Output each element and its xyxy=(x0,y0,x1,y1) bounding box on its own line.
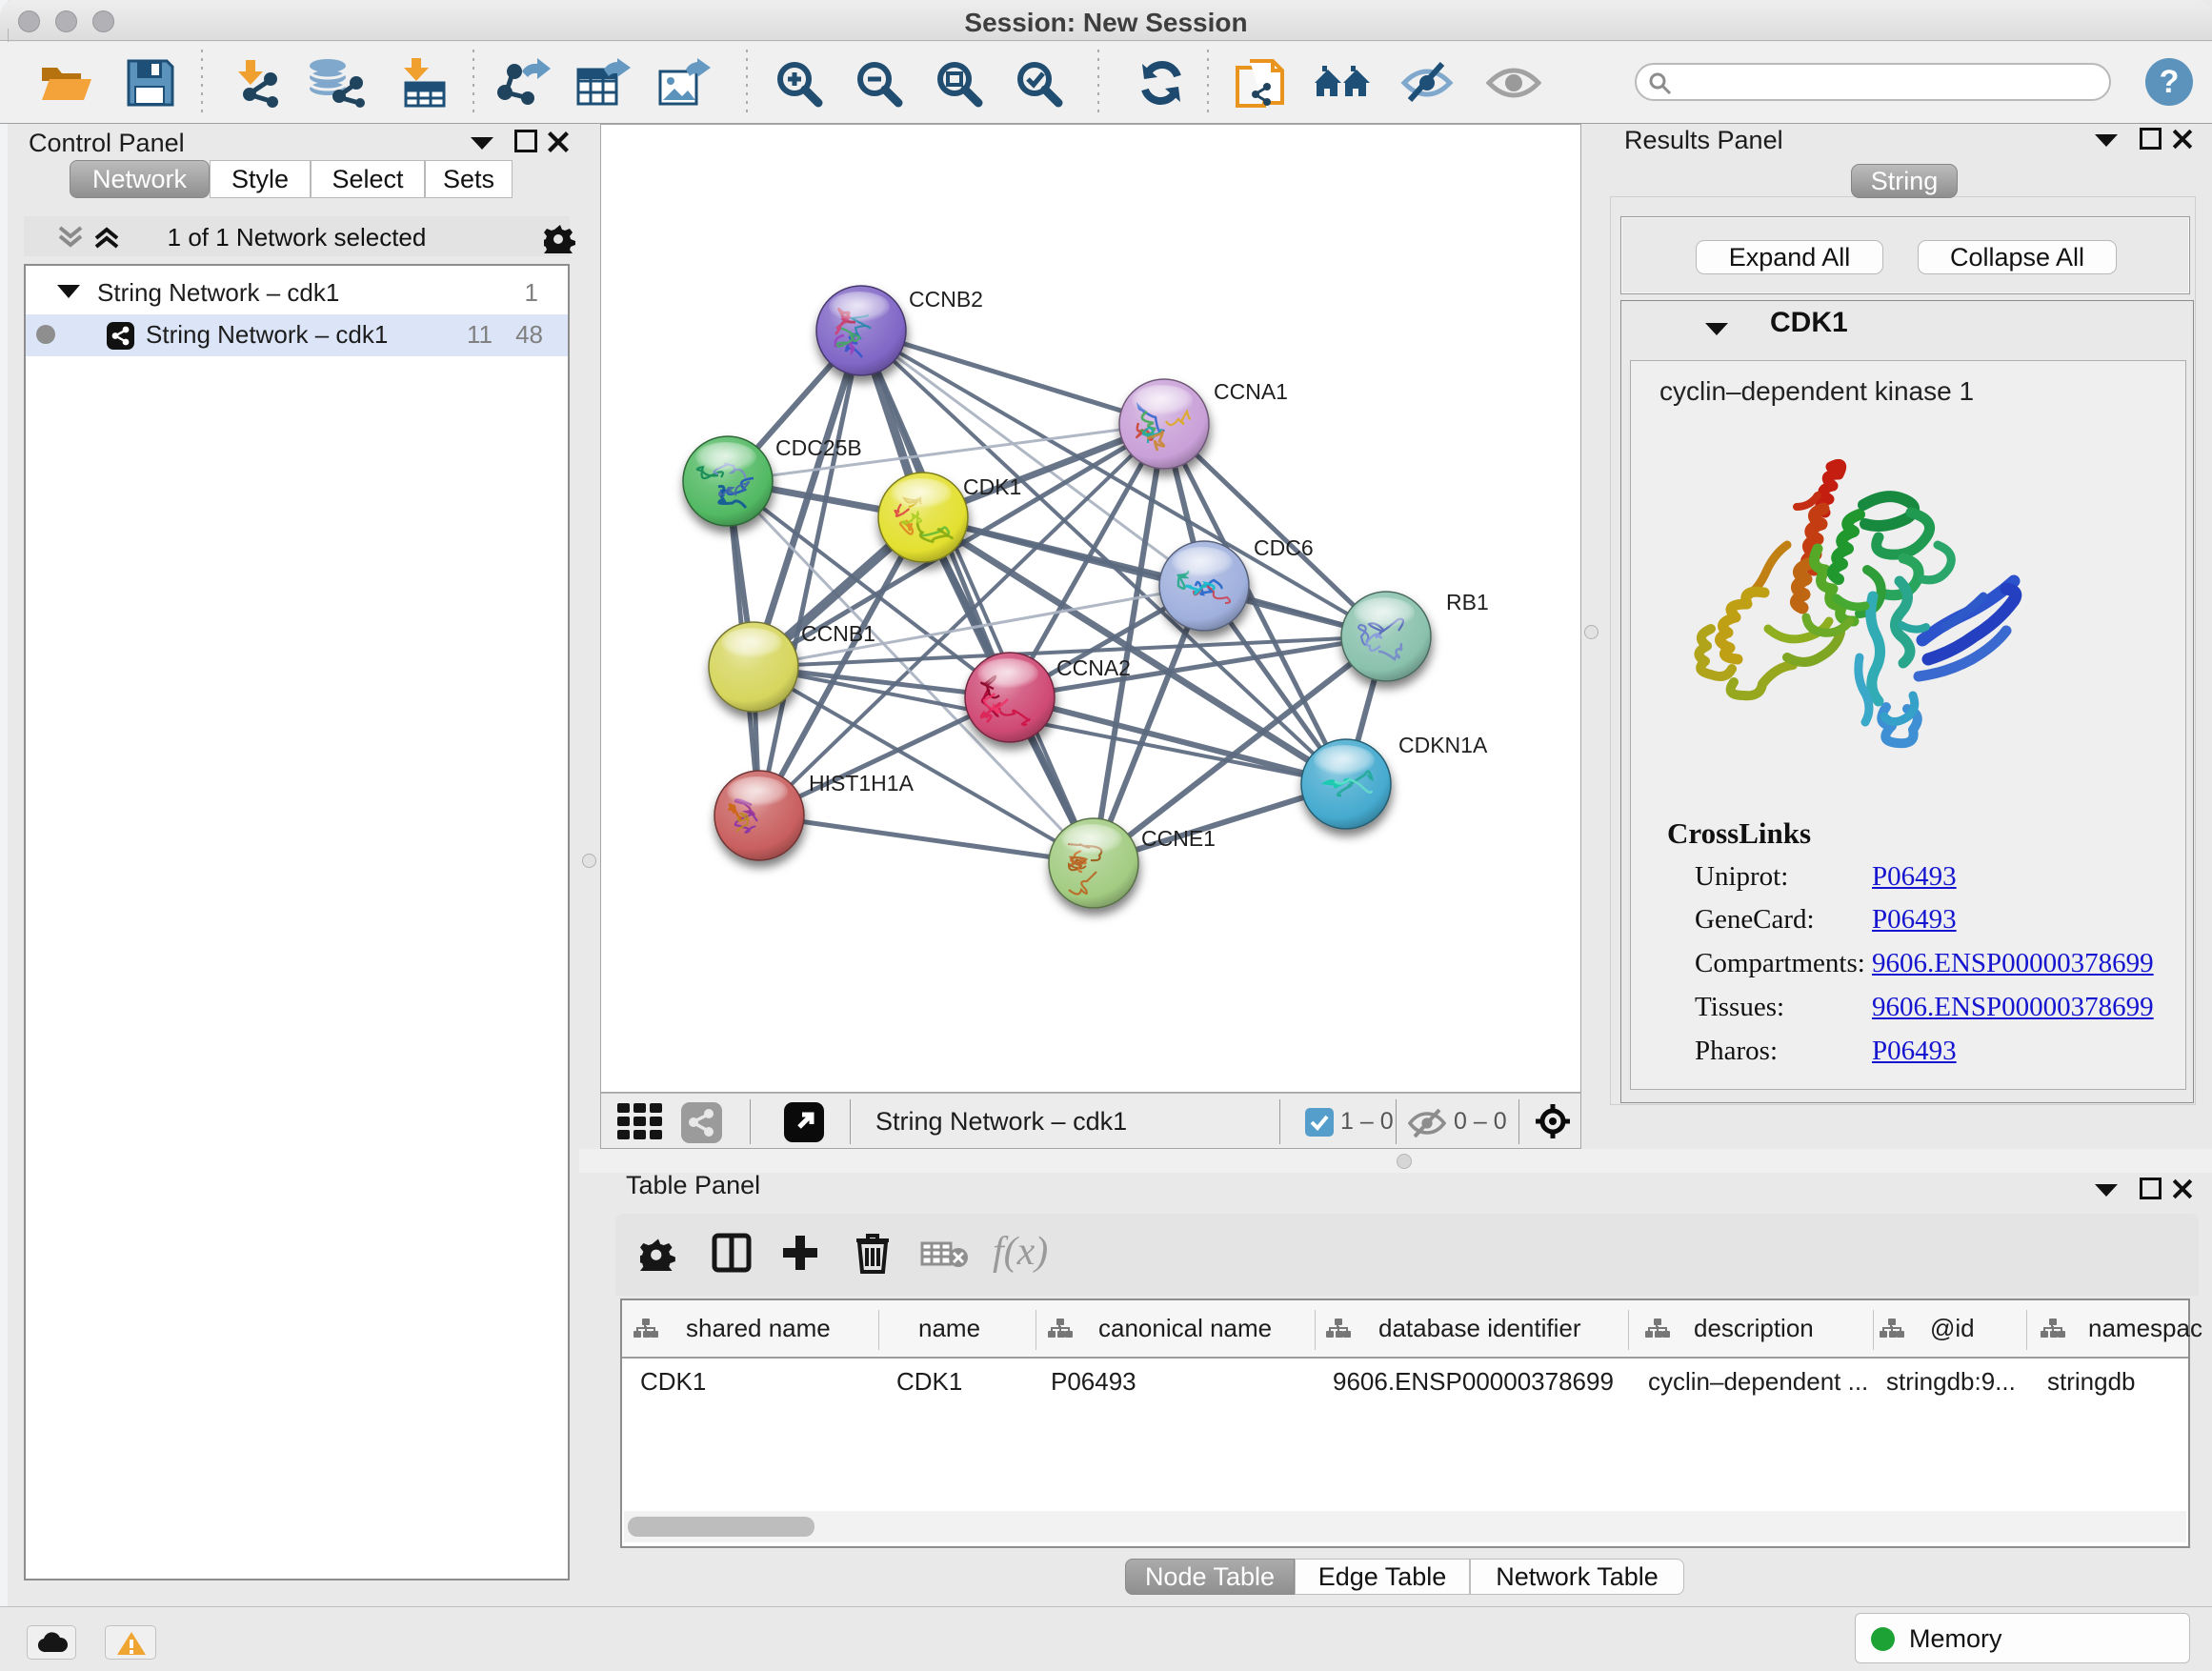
svg-text:RB1: RB1 xyxy=(1446,590,1489,614)
svg-text:HIST1H1A: HIST1H1A xyxy=(809,771,915,795)
svg-text:?: ? xyxy=(2160,64,2180,100)
svg-text:CDK1: CDK1 xyxy=(963,474,1021,499)
svg-text:CCNB2: CCNB2 xyxy=(909,287,983,312)
svg-text:CCNA1: CCNA1 xyxy=(1214,379,1288,404)
svg-text:CDKN1A: CDKN1A xyxy=(1398,733,1488,757)
svg-text:CDC6: CDC6 xyxy=(1254,535,1314,560)
svg-text:CCNA2: CCNA2 xyxy=(1056,655,1131,680)
svg-text:CCNB1: CCNB1 xyxy=(801,621,875,646)
svg-text:CDC25B: CDC25B xyxy=(775,435,862,460)
svg-text:CCNE1: CCNE1 xyxy=(1141,826,1216,851)
